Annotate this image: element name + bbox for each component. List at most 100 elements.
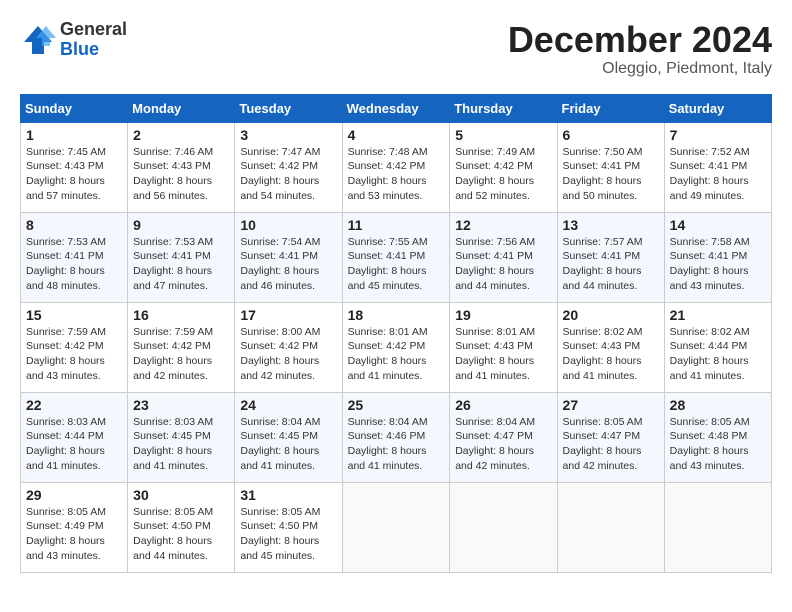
day-info: Sunrise: 8:02 AM Sunset: 4:43 PM Dayligh… [563, 325, 659, 384]
calendar-header-monday: Monday [128, 94, 235, 122]
calendar-cell: 27Sunrise: 8:05 AM Sunset: 4:47 PM Dayli… [557, 392, 664, 482]
day-info: Sunrise: 7:53 AM Sunset: 4:41 PM Dayligh… [133, 235, 229, 294]
day-info: Sunrise: 7:59 AM Sunset: 4:42 PM Dayligh… [26, 325, 122, 384]
calendar-cell: 9 Sunrise: 7:53 AM Sunset: 4:41 PM Daylig… [128, 212, 235, 302]
calendar-week-row: 22 Sunrise: 8:03 AM Sunset: 4:44 PM Dayli… [21, 392, 772, 482]
day-number: 22 [26, 397, 122, 413]
day-number: 13 [563, 217, 659, 233]
day-number: 24 [240, 397, 336, 413]
calendar-cell: 25 Sunrise: 8:04 AM Sunset: 4:46 PM Dayli… [342, 392, 450, 482]
calendar-cell: 18 Sunrise: 8:01 AM Sunset: 4:42 PM Dayli… [342, 302, 450, 392]
day-number: 2 [133, 127, 229, 143]
day-info: Sunrise: 7:46 AM Sunset: 4:43 PM Dayligh… [133, 145, 229, 204]
month-title: December 2024 [508, 20, 772, 60]
day-info: Sunrise: 7:55 AM Sunset: 4:41 PM Dayligh… [348, 235, 445, 294]
calendar-cell: 29Sunrise: 8:05 AM Sunset: 4:49 PM Dayli… [21, 482, 128, 572]
day-number: 18 [348, 307, 445, 323]
day-info: Sunrise: 7:50 AM Sunset: 4:41 PM Dayligh… [563, 145, 659, 204]
day-number: 8 [26, 217, 122, 233]
day-info: Sunrise: 7:53 AM Sunset: 4:41 PM Dayligh… [26, 235, 122, 294]
calendar-cell: 17Sunrise: 8:00 AM Sunset: 4:42 PM Dayli… [235, 302, 342, 392]
day-number: 30 [133, 487, 229, 503]
day-number: 27 [563, 397, 659, 413]
calendar-cell: 2 Sunrise: 7:46 AM Sunset: 4:43 PM Daylig… [128, 122, 235, 212]
day-number: 26 [455, 397, 551, 413]
day-number: 11 [348, 217, 445, 233]
calendar-header-sunday: Sunday [21, 94, 128, 122]
calendar-header-friday: Friday [557, 94, 664, 122]
calendar-cell: 1 Sunrise: 7:45 AM Sunset: 4:43 PM Daylig… [21, 122, 128, 212]
day-number: 28 [670, 397, 766, 413]
day-info: Sunrise: 8:05 AM Sunset: 4:48 PM Dayligh… [670, 415, 766, 474]
calendar-cell: 8 Sunrise: 7:53 AM Sunset: 4:41 PM Daylig… [21, 212, 128, 302]
day-info: Sunrise: 7:56 AM Sunset: 4:41 PM Dayligh… [455, 235, 551, 294]
day-info: Sunrise: 8:00 AM Sunset: 4:42 PM Dayligh… [240, 325, 336, 384]
calendar-cell: 12 Sunrise: 7:56 AM Sunset: 4:41 PM Dayli… [450, 212, 557, 302]
title-area: December 2024 Oleggio, Piedmont, Italy [508, 20, 772, 78]
day-info: Sunrise: 8:02 AM Sunset: 4:44 PM Dayligh… [670, 325, 766, 384]
day-info: Sunrise: 7:54 AM Sunset: 4:41 PM Dayligh… [240, 235, 336, 294]
day-number: 23 [133, 397, 229, 413]
day-info: Sunrise: 8:03 AM Sunset: 4:44 PM Dayligh… [26, 415, 122, 474]
day-number: 1 [26, 127, 122, 143]
calendar-week-row: 29Sunrise: 8:05 AM Sunset: 4:49 PM Dayli… [21, 482, 772, 572]
calendar-week-row: 15Sunrise: 7:59 AM Sunset: 4:42 PM Dayli… [21, 302, 772, 392]
day-info: Sunrise: 8:05 AM Sunset: 4:50 PM Dayligh… [133, 505, 229, 564]
calendar-week-row: 1 Sunrise: 7:45 AM Sunset: 4:43 PM Daylig… [21, 122, 772, 212]
calendar-cell: 26 Sunrise: 8:04 AM Sunset: 4:47 PM Dayli… [450, 392, 557, 482]
day-number: 21 [670, 307, 766, 323]
day-info: Sunrise: 8:04 AM Sunset: 4:45 PM Dayligh… [240, 415, 336, 474]
calendar-cell: 7Sunrise: 7:52 AM Sunset: 4:41 PM Daylig… [664, 122, 771, 212]
logo-icon [20, 22, 56, 58]
day-info: Sunrise: 8:05 AM Sunset: 4:49 PM Dayligh… [26, 505, 122, 564]
day-number: 9 [133, 217, 229, 233]
calendar-cell: 15Sunrise: 7:59 AM Sunset: 4:42 PM Dayli… [21, 302, 128, 392]
calendar-cell: 21 Sunrise: 8:02 AM Sunset: 4:44 PM Dayli… [664, 302, 771, 392]
calendar-cell: 22 Sunrise: 8:03 AM Sunset: 4:44 PM Dayli… [21, 392, 128, 482]
calendar-cell: 10 Sunrise: 7:54 AM Sunset: 4:41 PM Dayli… [235, 212, 342, 302]
day-info: Sunrise: 8:01 AM Sunset: 4:43 PM Dayligh… [455, 325, 551, 384]
day-number: 10 [240, 217, 336, 233]
calendar-header-row: SundayMondayTuesdayWednesdayThursdayFrid… [21, 94, 772, 122]
day-number: 5 [455, 127, 551, 143]
day-number: 19 [455, 307, 551, 323]
calendar-cell: 11 Sunrise: 7:55 AM Sunset: 4:41 PM Dayli… [342, 212, 450, 302]
day-info: Sunrise: 7:45 AM Sunset: 4:43 PM Dayligh… [26, 145, 122, 204]
calendar-header-saturday: Saturday [664, 94, 771, 122]
day-info: Sunrise: 8:03 AM Sunset: 4:45 PM Dayligh… [133, 415, 229, 474]
day-number: 6 [563, 127, 659, 143]
calendar-cell: 28 Sunrise: 8:05 AM Sunset: 4:48 PM Dayli… [664, 392, 771, 482]
calendar-week-row: 8 Sunrise: 7:53 AM Sunset: 4:41 PM Daylig… [21, 212, 772, 302]
day-number: 4 [348, 127, 445, 143]
calendar-cell: 24 Sunrise: 8:04 AM Sunset: 4:45 PM Dayli… [235, 392, 342, 482]
day-info: Sunrise: 7:49 AM Sunset: 4:42 PM Dayligh… [455, 145, 551, 204]
calendar-cell: 3 Sunrise: 7:47 AM Sunset: 4:42 PM Daylig… [235, 122, 342, 212]
logo-general: General [60, 19, 127, 39]
day-number: 31 [240, 487, 336, 503]
day-info: Sunrise: 7:57 AM Sunset: 4:41 PM Dayligh… [563, 235, 659, 294]
day-info: Sunrise: 8:04 AM Sunset: 4:46 PM Dayligh… [348, 415, 445, 474]
calendar-cell: 6 Sunrise: 7:50 AM Sunset: 4:41 PM Daylig… [557, 122, 664, 212]
day-info: Sunrise: 7:47 AM Sunset: 4:42 PM Dayligh… [240, 145, 336, 204]
logo-blue: Blue [60, 39, 99, 59]
day-number: 14 [670, 217, 766, 233]
day-info: Sunrise: 7:59 AM Sunset: 4:42 PM Dayligh… [133, 325, 229, 384]
day-number: 12 [455, 217, 551, 233]
day-number: 3 [240, 127, 336, 143]
calendar-cell [342, 482, 450, 572]
calendar-header-wednesday: Wednesday [342, 94, 450, 122]
calendar-cell: 31Sunrise: 8:05 AM Sunset: 4:50 PM Dayli… [235, 482, 342, 572]
logo: General Blue [20, 20, 127, 60]
day-info: Sunrise: 8:01 AM Sunset: 4:42 PM Dayligh… [348, 325, 445, 384]
calendar-header-tuesday: Tuesday [235, 94, 342, 122]
calendar-cell: 5 Sunrise: 7:49 AM Sunset: 4:42 PM Daylig… [450, 122, 557, 212]
calendar-cell: 14 Sunrise: 7:58 AM Sunset: 4:41 PM Dayli… [664, 212, 771, 302]
day-info: Sunrise: 7:58 AM Sunset: 4:41 PM Dayligh… [670, 235, 766, 294]
calendar-cell: 19 Sunrise: 8:01 AM Sunset: 4:43 PM Dayli… [450, 302, 557, 392]
calendar-cell [450, 482, 557, 572]
day-number: 25 [348, 397, 445, 413]
calendar-cell: 20Sunrise: 8:02 AM Sunset: 4:43 PM Dayli… [557, 302, 664, 392]
day-number: 7 [670, 127, 766, 143]
calendar-cell [664, 482, 771, 572]
day-info: Sunrise: 8:04 AM Sunset: 4:47 PM Dayligh… [455, 415, 551, 474]
